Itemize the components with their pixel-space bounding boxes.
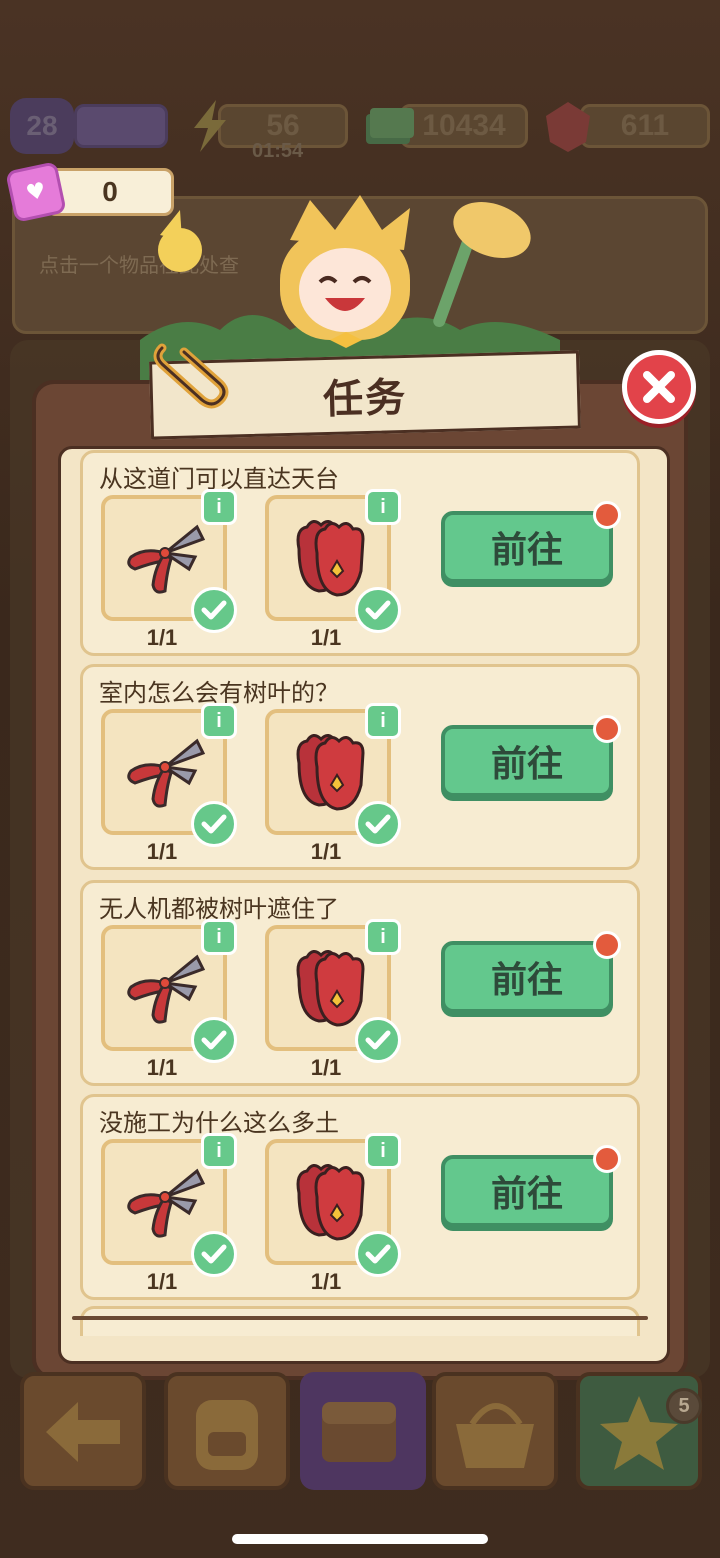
gem-value: 611 (620, 109, 670, 142)
check-icon (365, 814, 391, 834)
check-icon (201, 1244, 227, 1264)
home-indicator[interactable] (232, 1534, 488, 1544)
star-tasks-button[interactable]: 5 (576, 1372, 702, 1490)
energy-bolt-icon (194, 100, 226, 152)
cash-stack-icon (366, 108, 414, 144)
cash-counter[interactable]: 10434 (400, 104, 528, 148)
chest-button[interactable] (300, 1372, 426, 1490)
task-item-pruning-shears[interactable]: i (101, 703, 237, 847)
ticket-heart-icon: ♥ (5, 161, 67, 223)
info-icon[interactable]: i (365, 1133, 401, 1169)
backpack-icon (196, 1400, 258, 1470)
top-hud: 28 56 10434 611 (0, 98, 720, 158)
next-task-card-peek (80, 1306, 640, 1336)
modal-title: 任务 (322, 374, 408, 424)
go-button[interactable]: 前往 (441, 1145, 621, 1227)
paperclip-icon (153, 343, 229, 409)
close-icon (643, 371, 675, 403)
check-icon (201, 814, 227, 834)
xp-bar (74, 104, 168, 148)
notification-dot (593, 501, 621, 529)
task-item-pruning-shears[interactable]: i (101, 489, 237, 633)
item-count: 1/1 (146, 839, 178, 864)
close-button[interactable] (622, 350, 696, 424)
task-card: 室内怎么会有树叶的？ i 1/1 i 1/1 前往 (80, 664, 640, 870)
task-item-gloves[interactable]: i (265, 703, 401, 847)
go-button-label: 前往 (490, 530, 563, 571)
task-item-pruning-shears[interactable]: i (101, 919, 237, 1063)
notification-dot (593, 931, 621, 959)
item-count: 1/1 (146, 625, 178, 650)
info-icon[interactable]: i (365, 919, 401, 955)
chest-icon (322, 1402, 396, 1462)
gem-icon (546, 102, 590, 152)
info-icon[interactable]: i (201, 489, 237, 525)
info-icon[interactable]: i (201, 1133, 237, 1169)
info-icon[interactable]: i (365, 489, 401, 525)
scroll-indicator[interactable] (72, 1316, 648, 1320)
go-button[interactable]: 前往 (441, 501, 621, 583)
task-item-gloves[interactable]: i (265, 919, 401, 1063)
info-icon[interactable]: i (201, 919, 237, 955)
task-card: 从这道门可以直达天台 i 1/1 i 1/1 前往 (80, 450, 640, 656)
task-item-gloves[interactable]: i (265, 489, 401, 633)
task-card: 没施工为什么这么多土 i 1/1 i 1/1 前往 (80, 1094, 640, 1300)
item-count: 1/1 (146, 1269, 178, 1294)
go-button[interactable]: 前往 (441, 931, 621, 1013)
item-count: 1/1 (310, 625, 342, 650)
basket-icon (456, 1403, 534, 1468)
cash-value: 10434 (422, 109, 506, 142)
go-button-label: 前往 (490, 744, 563, 785)
check-icon (365, 1030, 391, 1050)
energy-timer: 01:54 (252, 140, 304, 162)
info-icon[interactable]: i (365, 703, 401, 739)
back-arrow-button[interactable] (20, 1372, 146, 1490)
go-button-label: 前往 (490, 1174, 563, 1215)
item-count: 1/1 (146, 1055, 178, 1080)
notification-dot (593, 1145, 621, 1173)
go-button[interactable]: 前往 (441, 715, 621, 797)
shop-basket-button[interactable] (432, 1372, 558, 1490)
star-count-badge: 5 (666, 1388, 702, 1424)
check-icon (365, 600, 391, 620)
item-count: 1/1 (310, 1055, 342, 1080)
task-item-pruning-shears[interactable]: i (101, 1133, 237, 1277)
item-count: 1/1 (310, 839, 342, 864)
backpack-button[interactable] (164, 1372, 290, 1490)
item-count: 1/1 (310, 1269, 342, 1294)
task-card: 无人机都被树叶遮住了 i 1/1 i 1/1 前往 (80, 880, 640, 1086)
check-icon (201, 1030, 227, 1050)
info-icon[interactable]: i (201, 703, 237, 739)
task-item-gloves[interactable]: i (265, 1133, 401, 1277)
check-icon (365, 1244, 391, 1264)
arrow-left-icon (46, 1402, 120, 1462)
bottom-toolbar: 5 (0, 1372, 720, 1492)
gem-counter[interactable]: 611 (580, 104, 710, 148)
check-icon (201, 600, 227, 620)
go-button-label: 前往 (490, 960, 563, 1001)
notification-dot (593, 715, 621, 743)
energy-value: 56 (266, 109, 300, 142)
level-badge[interactable]: 28 (10, 98, 74, 154)
